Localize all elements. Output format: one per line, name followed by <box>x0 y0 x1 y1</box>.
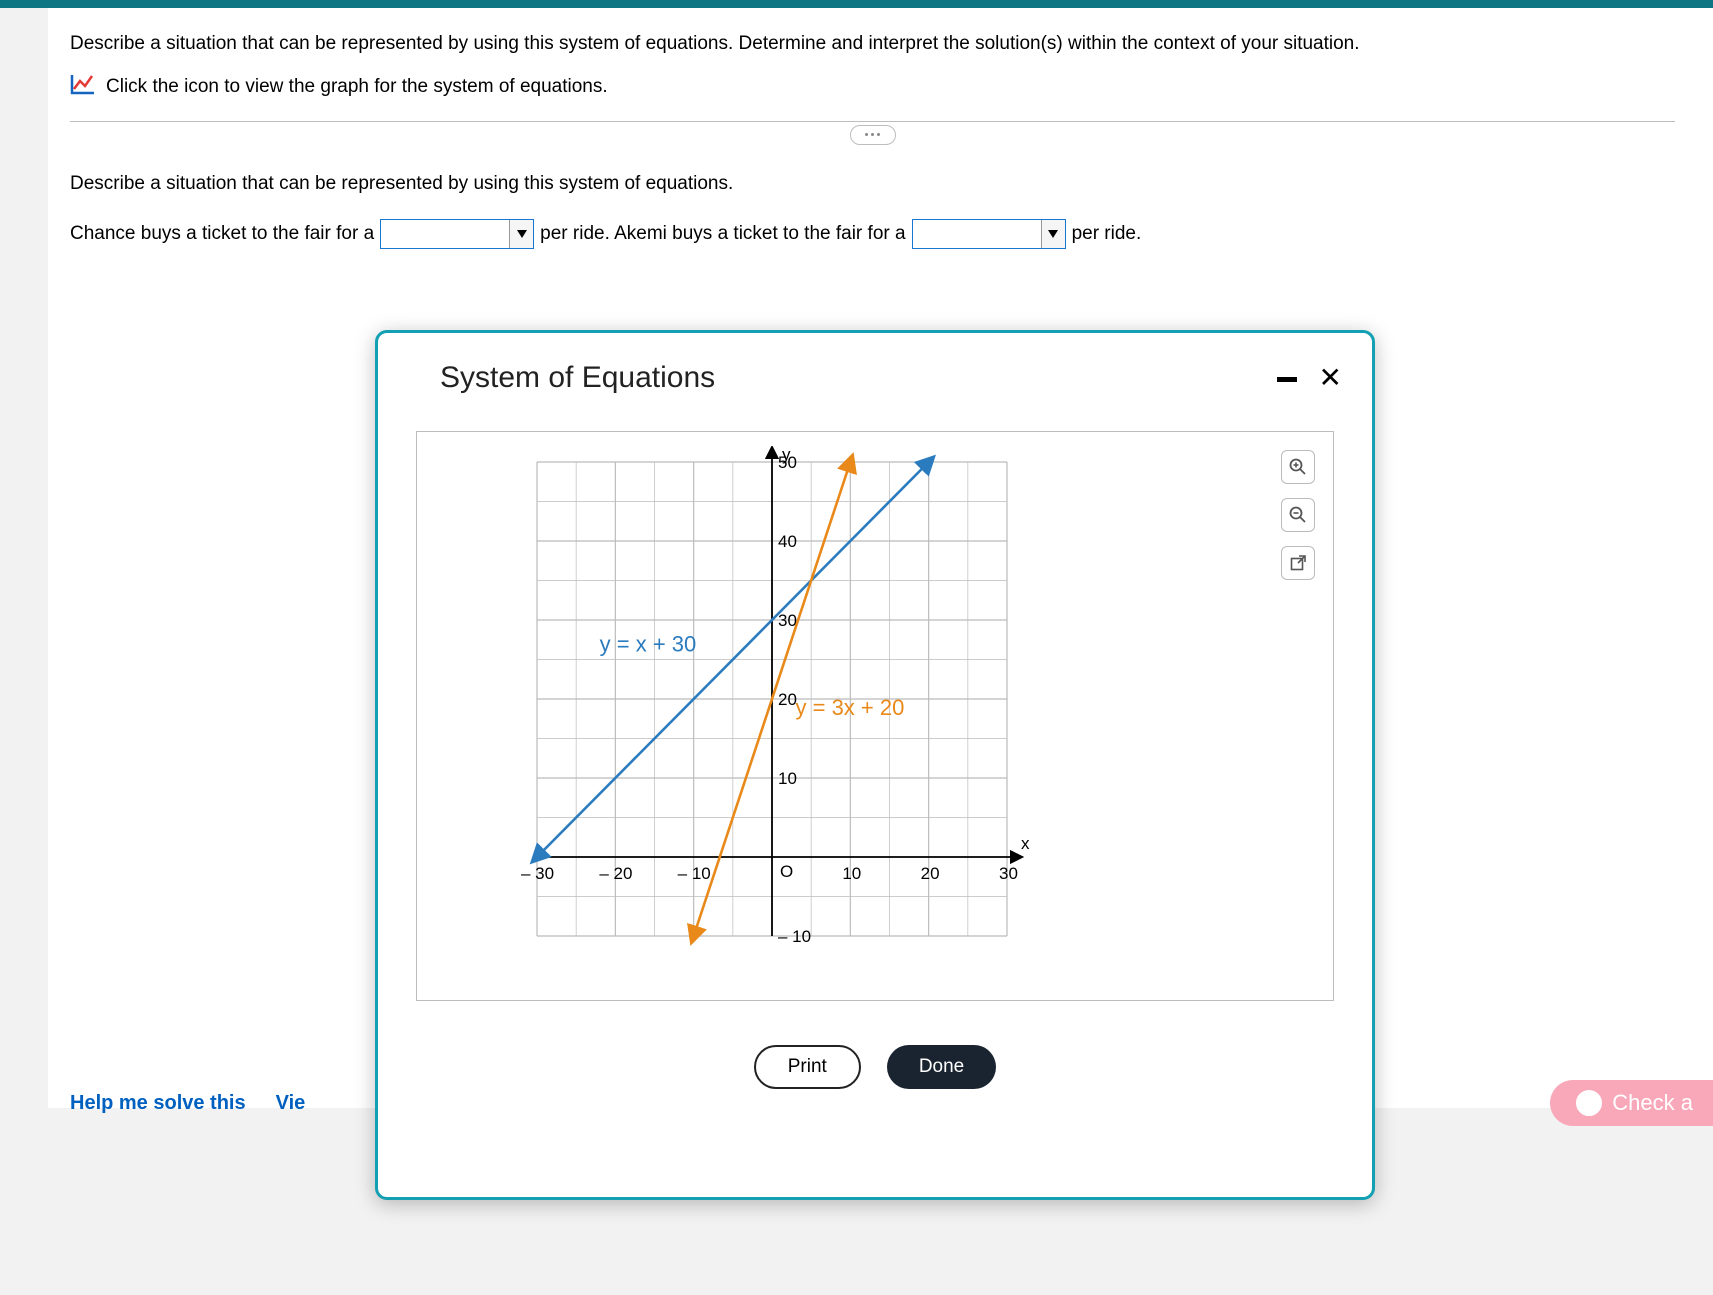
graph-modal: System of Equations ✕ – <box>375 330 1375 1200</box>
sentence-part-2: per ride. Akemi buys a ticket to the fai… <box>540 223 905 245</box>
print-button[interactable]: Print <box>754 1045 861 1089</box>
svg-text:30: 30 <box>999 864 1018 883</box>
sentence-part-1: Chance buys a ticket to the fair for a <box>70 223 374 245</box>
divider <box>70 121 1675 122</box>
svg-text:– 30: – 30 <box>521 864 554 883</box>
sentence-part-3: per ride. <box>1072 223 1142 245</box>
help-link[interactable]: Help me solve this <box>70 1092 246 1115</box>
svg-text:10: 10 <box>842 864 861 883</box>
sub-prompt: Describe a situation that can be represe… <box>70 173 1675 195</box>
chart-container: – 30– 20– 10O102030– 101020304050xyy = x… <box>416 431 1334 1001</box>
chart-icon[interactable] <box>70 73 96 101</box>
svg-text:– 20: – 20 <box>599 864 632 883</box>
akemi-amount-dropdown[interactable] <box>1041 220 1065 248</box>
popout-button[interactable] <box>1281 546 1315 580</box>
question-prompt: Describe a situation that can be represe… <box>70 30 1675 59</box>
svg-text:20: 20 <box>921 864 940 883</box>
fill-sentence: Chance buys a ticket to the fair for a p… <box>70 219 1675 249</box>
expand-pill[interactable] <box>850 125 896 145</box>
check-circle-icon <box>1576 1090 1602 1116</box>
system-of-equations-chart: – 30– 20– 10O102030– 101020304050xyy = x… <box>517 446 1037 966</box>
svg-text:y = x + 30: y = x + 30 <box>600 632 697 657</box>
chevron-down-icon <box>517 230 527 238</box>
zoom-in-button[interactable] <box>1281 450 1315 484</box>
icon-hint-text: Click the icon to view the graph for the… <box>106 76 608 98</box>
view-example-link[interactable]: Vie <box>276 1092 306 1115</box>
svg-text:y = 3x + 20: y = 3x + 20 <box>796 695 905 720</box>
svg-text:– 10: – 10 <box>678 864 711 883</box>
svg-text:– 10: – 10 <box>778 927 811 946</box>
chance-amount-combo[interactable] <box>380 219 534 249</box>
check-answer-label: Check a <box>1612 1090 1693 1116</box>
akemi-amount-combo[interactable] <box>912 219 1066 249</box>
chance-amount-dropdown[interactable] <box>509 220 533 248</box>
zoom-out-button[interactable] <box>1281 498 1315 532</box>
minimize-icon[interactable] <box>1277 377 1297 382</box>
check-answer-button[interactable]: Check a <box>1550 1080 1713 1126</box>
svg-text:O: O <box>780 862 793 881</box>
close-icon[interactable]: ✕ <box>1319 364 1342 392</box>
done-button[interactable]: Done <box>887 1045 996 1089</box>
svg-text:10: 10 <box>778 769 797 788</box>
chance-amount-input[interactable] <box>381 220 509 248</box>
svg-text:x: x <box>1021 834 1030 853</box>
svg-text:20: 20 <box>778 690 797 709</box>
akemi-amount-input[interactable] <box>913 220 1041 248</box>
svg-text:30: 30 <box>778 611 797 630</box>
modal-title: System of Equations <box>440 361 715 395</box>
svg-text:y: y <box>782 446 791 464</box>
chevron-down-icon <box>1048 230 1058 238</box>
svg-text:40: 40 <box>778 532 797 551</box>
